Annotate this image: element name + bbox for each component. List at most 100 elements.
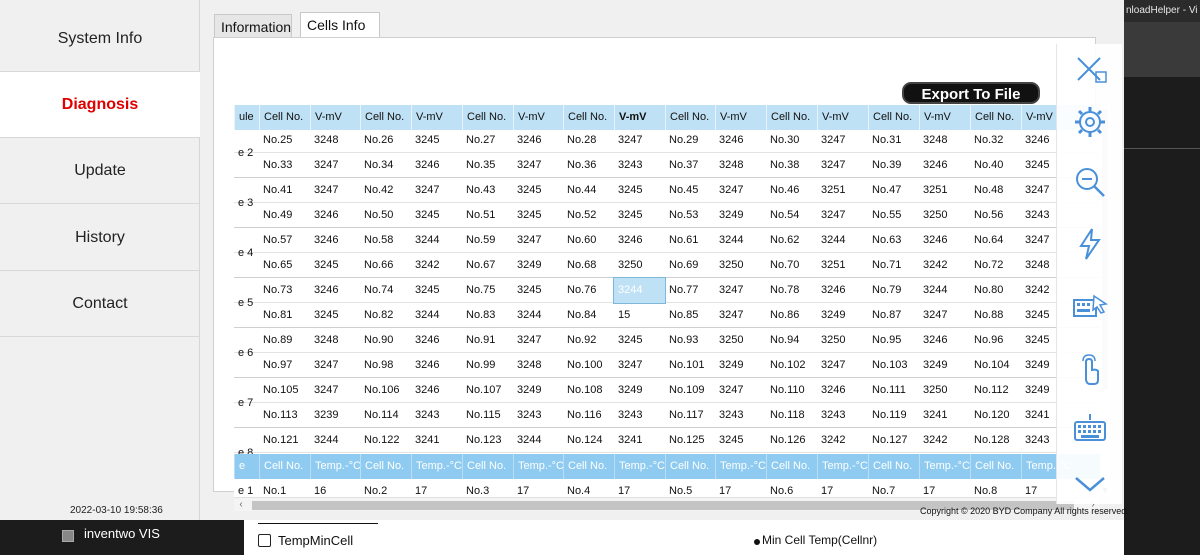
cell-number: No.116 <box>567 409 602 421</box>
cell-voltage: 3246 <box>923 159 948 171</box>
cell-voltage: 3246 <box>719 134 744 146</box>
cell-voltage: 3245 <box>719 434 744 446</box>
column-header: Cell No. <box>970 105 1021 130</box>
cell-number: No.110 <box>770 384 805 396</box>
table-row[interactable]: No.89 3248 No.90 3246 No.91 3247 No.92 3245 No.9… <box>234 328 1100 353</box>
divider <box>258 520 378 524</box>
touch-icon[interactable] <box>1070 350 1110 390</box>
column-header: Cell No. <box>868 105 919 130</box>
table-row[interactable]: No.41 3247 No.42 3247 No.43 3245 No.44 3245 No.4… <box>234 178 1100 203</box>
cell-voltage: 3245 <box>517 284 542 296</box>
sidebar-item-history[interactable]: History <box>0 205 200 271</box>
sidebar-item-diagnosis[interactable]: Diagnosis <box>0 72 200 138</box>
cell-number: No.2 <box>364 485 388 497</box>
cell-temperature: 17 <box>719 485 732 497</box>
module-label: e 4 <box>238 247 254 259</box>
cell-number: No.5 <box>669 485 693 497</box>
cell-voltage: 3249 <box>517 259 542 271</box>
column-header: Cell No. <box>259 105 310 130</box>
module-label: e 1 <box>238 485 254 497</box>
cell-voltage: 3244 <box>517 434 542 446</box>
cell-number: No.53 <box>669 209 699 221</box>
column-header: V-mV <box>411 105 462 130</box>
sidebar-item-contact[interactable]: Contact <box>0 271 200 337</box>
cell-voltage: 3239 <box>314 409 339 421</box>
cell-voltage: 3246 <box>415 334 440 346</box>
temp-min-cell-checkbox[interactable] <box>258 534 271 547</box>
cell-number: No.101 <box>669 359 705 371</box>
cell-voltage: 3245 <box>517 184 542 196</box>
cell-number: No.82 <box>364 309 394 321</box>
cell-voltage: 3250 <box>923 384 948 396</box>
min-cell-temp-radio[interactable] <box>754 539 760 545</box>
cell-number: No.86 <box>770 309 800 321</box>
cell-temperature: 17 <box>618 485 631 497</box>
close-icon[interactable] <box>1070 50 1110 90</box>
cell-number: No.85 <box>669 309 699 321</box>
cell-number: No.52 <box>567 209 597 221</box>
scroll-left-icon[interactable]: ‹ <box>234 498 248 512</box>
cell-number: No.118 <box>770 409 805 421</box>
cell-voltage: 15 <box>618 309 631 321</box>
chevron-down-icon[interactable] <box>1070 464 1110 504</box>
tab-cells-info[interactable]: Cells Info <box>300 12 380 38</box>
cell-number: No.44 <box>567 184 597 196</box>
table-row[interactable]: No.57 3246 No.58 3244 No.59 3247 No.60 3246 No.6… <box>234 228 1100 253</box>
table-row[interactable]: No.25 3248 No.26 3245 No.27 3246 No.28 3247 No.2… <box>234 128 1100 153</box>
cell-voltage: 3249 <box>618 384 643 396</box>
cell-number: No.88 <box>974 309 1004 321</box>
cell-voltage: 3249 <box>821 309 846 321</box>
cell-voltage: 3251 <box>821 184 846 196</box>
table-row[interactable]: No.121 3244 No.122 3241 No.123 3244 No.124 3241… <box>234 428 1100 453</box>
export-to-file-button[interactable]: Export To File <box>902 82 1040 104</box>
cell-number: No.56 <box>974 209 1004 221</box>
table-row[interactable]: No.113 3239 No.114 3243 No.115 3243 No.116 3243… <box>234 403 1100 428</box>
keyboard-icon[interactable] <box>1070 410 1110 450</box>
cell-voltage: 3247 <box>314 359 339 371</box>
cell-number: No.60 <box>567 234 597 246</box>
bottom-options-bar: TempMinCell Min Cell Temp(Cellnr) <box>244 520 1124 555</box>
lightning-icon[interactable] <box>1070 224 1110 264</box>
table-row[interactable]: No.33 3247 No.34 3246 No.35 3247 No.36 3243 No.3… <box>234 153 1100 178</box>
cell-number: No.7 <box>872 485 896 497</box>
cell-temperature: 17 <box>821 485 834 497</box>
cell-voltage: 3244 <box>314 434 339 446</box>
cell-voltage: 3247 <box>821 209 846 221</box>
table-row[interactable]: e 1 No.1 16 No.2 17 No.3 17 No.4 17 No.5 17 No.6 17 N… <box>234 479 1100 497</box>
cell-voltage: 3247 <box>719 384 744 396</box>
column-header: Temp.-°C <box>411 454 462 479</box>
cell-number: No.70 <box>770 259 800 271</box>
column-header: Temp.-°C <box>919 454 970 479</box>
cell-voltage: 3247 <box>719 184 744 196</box>
cell-number: No.6 <box>770 485 794 497</box>
cell-number: No.58 <box>364 234 394 246</box>
cell-number: No.127 <box>872 434 908 446</box>
tab-information[interactable]: Information <box>214 14 292 38</box>
keyboard-cursor-icon[interactable] <box>1070 288 1110 328</box>
table-row[interactable]: No.49 3246 No.50 3245 No.51 3245 No.52 3245 No.5… <box>234 203 1100 228</box>
cell-voltage: 3247 <box>517 234 542 246</box>
cell-voltage: 3242 <box>923 259 948 271</box>
table-row[interactable]: No.73 3246 No.74 3245 No.75 3245 No.76 3244 No.7… <box>234 277 1100 304</box>
cell-number: No.31 <box>872 134 902 146</box>
column-header: V-mV <box>919 105 970 130</box>
table-row[interactable]: No.105 3247 No.106 3246 No.107 3249 No.108 3249… <box>234 378 1100 403</box>
sidebar-item-update[interactable]: Update <box>0 138 200 204</box>
cell-number: No.103 <box>872 359 908 371</box>
column-header: ule <box>234 105 259 130</box>
temp-table-header[interactable]: e Cell No. Temp.-°C Cell No. Temp.-°C Cell No… <box>234 454 1100 479</box>
cell-number: No.98 <box>364 359 394 371</box>
settings-icon[interactable] <box>1070 102 1110 142</box>
table-row[interactable]: No.81 3245 No.82 3244 No.83 3244 No.84 15 No.85 3… <box>234 303 1100 328</box>
cell-number: No.40 <box>974 159 1004 171</box>
table-row[interactable]: No.65 3245 No.66 3242 No.67 3249 No.68 3250 No.6… <box>234 253 1100 278</box>
zoom-out-icon[interactable] <box>1070 162 1110 202</box>
cell-number: No.59 <box>466 234 496 246</box>
sidebar-item-system-info[interactable]: System Info <box>0 6 200 72</box>
table-row[interactable]: No.97 3247 No.98 3246 No.99 3248 No.100 3247 No.… <box>234 353 1100 378</box>
cells-table: ule Cell No. V-mV Cell No. V-mV Cell No. V-mV C… <box>234 105 1100 497</box>
table-header[interactable]: ule Cell No. V-mV Cell No. V-mV Cell No. V-mV C… <box>234 105 1100 130</box>
cell-number: No.119 <box>872 409 907 421</box>
cell-voltage: 3242 <box>415 259 440 271</box>
cell-number: No.35 <box>466 159 496 171</box>
